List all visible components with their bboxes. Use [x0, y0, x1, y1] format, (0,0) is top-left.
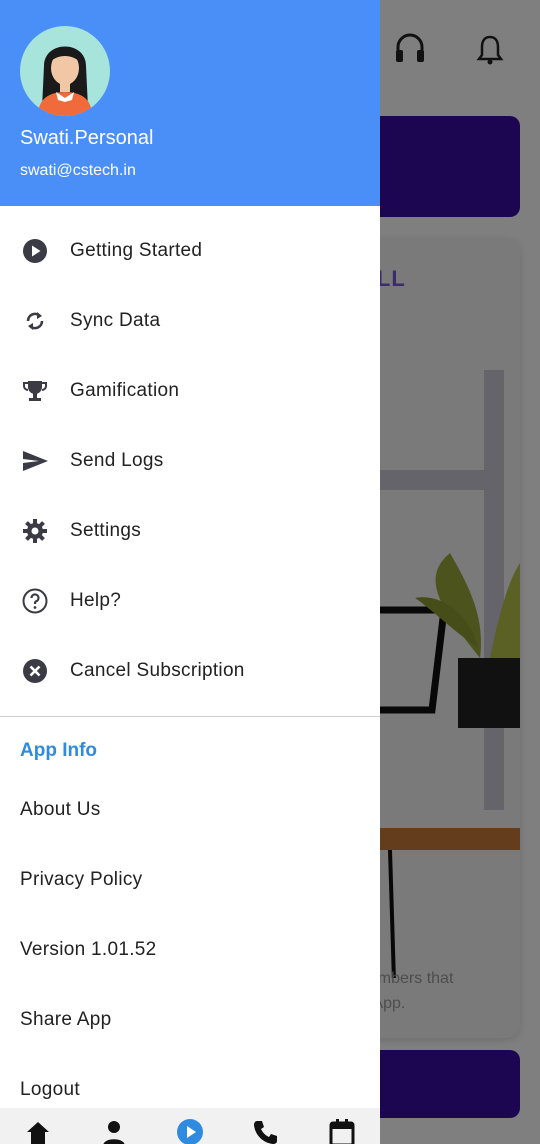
user-email: swati@cstech.in	[20, 162, 136, 179]
menu-label: Sync Data	[70, 310, 161, 331]
avatar[interactable]	[20, 26, 110, 116]
menu-item-help[interactable]: Help?	[0, 566, 380, 636]
menu-label: Gamification	[70, 380, 180, 401]
send-icon	[20, 446, 50, 476]
privacy-policy-link[interactable]: Privacy Policy	[20, 869, 142, 891]
bottom-navigation	[0, 1108, 380, 1144]
gear-icon	[20, 516, 50, 546]
menu-item-sync-data[interactable]: Sync Data	[0, 286, 380, 356]
phone-icon[interactable]	[252, 1118, 280, 1144]
play-circle-icon	[20, 236, 50, 266]
menu-item-cancel-subscription[interactable]: Cancel Subscription	[0, 636, 380, 706]
menu-label: Cancel Subscription	[70, 660, 245, 681]
menu-item-gamification[interactable]: Gamification	[0, 356, 380, 426]
navigation-drawer: Swati.Personal swati@cstech.in Getting S…	[0, 0, 380, 1144]
version-text: Version 1.01.52	[20, 939, 157, 960]
menu-label: Getting Started	[70, 240, 203, 261]
person-icon[interactable]	[100, 1118, 128, 1144]
trophy-icon	[20, 376, 50, 406]
menu-item-getting-started[interactable]: Getting Started	[0, 216, 380, 286]
user-avatar-icon	[38, 46, 92, 116]
play-icon[interactable]	[176, 1118, 204, 1144]
help-circle-icon	[20, 586, 50, 616]
cancel-circle-icon	[20, 656, 50, 686]
drawer-header: Swati.Personal swati@cstech.in	[0, 0, 380, 206]
calendar-icon[interactable]	[328, 1118, 356, 1144]
menu-item-send-logs[interactable]: Send Logs	[0, 426, 380, 496]
share-app-link[interactable]: Share App	[20, 1009, 111, 1031]
menu-label: Help?	[70, 590, 122, 611]
menu-item-settings[interactable]: Settings	[0, 496, 380, 566]
user-name: Swati.Personal	[20, 127, 154, 149]
menu-label: Settings	[70, 520, 142, 541]
divider	[0, 716, 380, 717]
sync-icon	[20, 306, 50, 336]
menu-label: Send Logs	[70, 450, 164, 471]
about-us-link[interactable]: About Us	[20, 799, 101, 821]
app-info-title: App Info	[20, 740, 98, 761]
logout-link[interactable]: Logout	[20, 1079, 80, 1101]
home-icon[interactable]	[24, 1118, 52, 1144]
